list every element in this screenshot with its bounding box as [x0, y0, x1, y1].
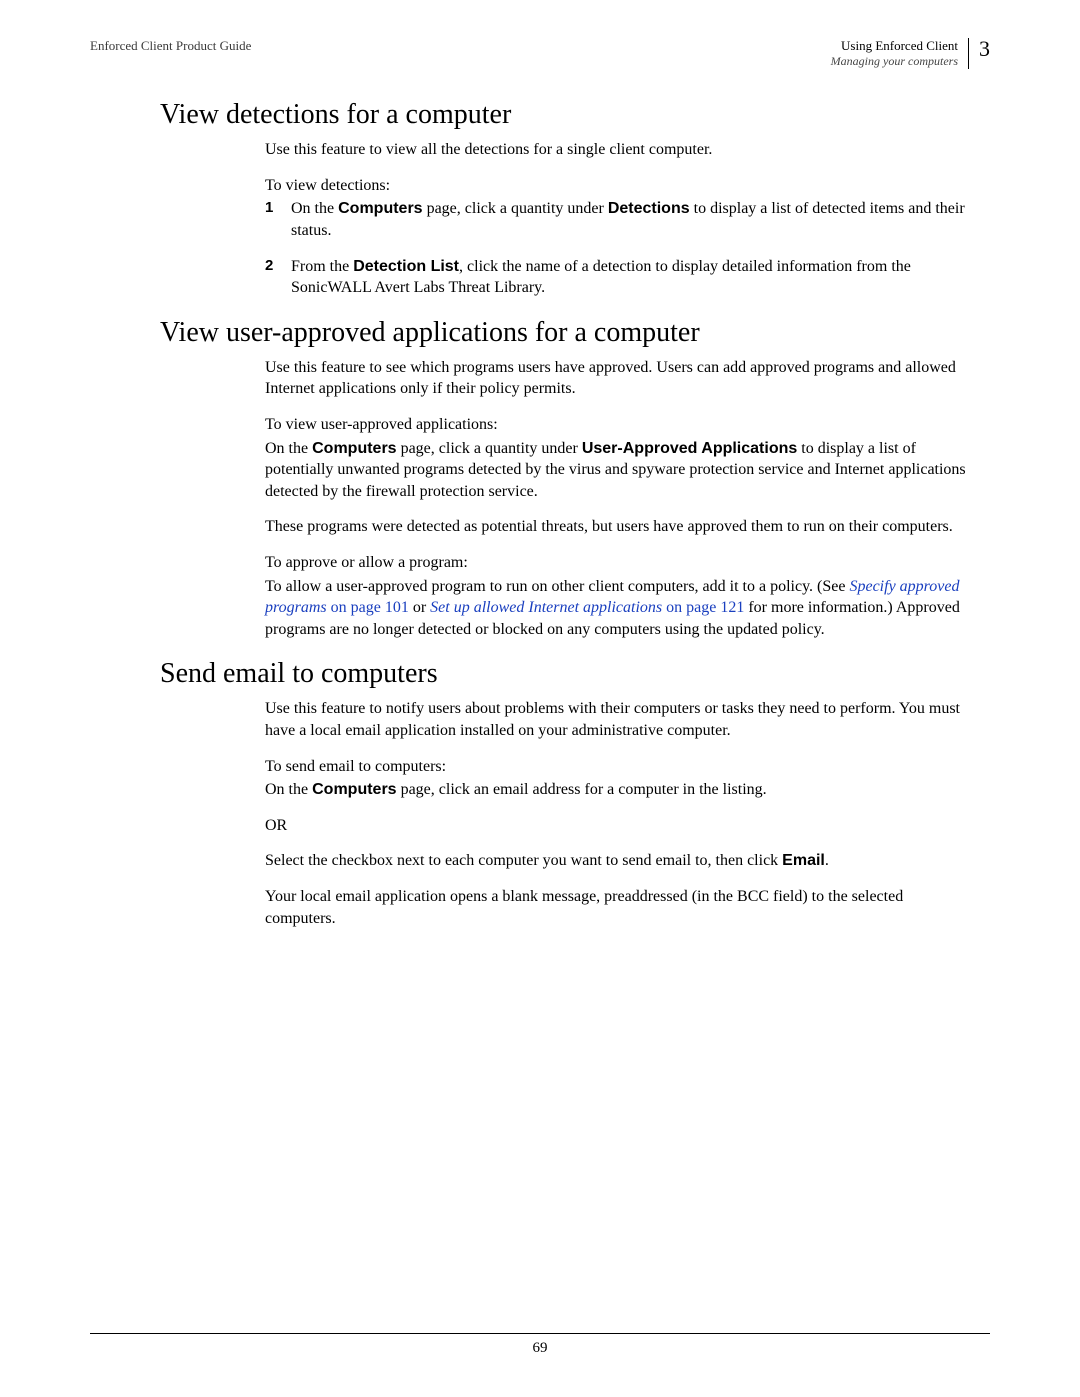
detections-step-1: On the Computers page, click a quantity …	[265, 198, 970, 241]
header-right: Using Enforced Client Managing your comp…	[831, 38, 990, 69]
text: On the	[265, 440, 312, 457]
email-instruction-2: Select the checkbox next to each compute…	[265, 850, 970, 872]
page-footer: 69	[90, 1333, 990, 1357]
email-result: Your local email application opens a bla…	[265, 886, 970, 929]
detections-howto-label: To view detections:	[265, 175, 970, 197]
text: Select the checkbox next to each compute…	[265, 852, 782, 869]
section-body-detections: Use this feature to view all the detecti…	[265, 139, 970, 299]
ui-term-user-approved-applications: User-Approved Applications	[582, 440, 797, 457]
text: page, click an email address for a compu…	[397, 781, 767, 798]
header-section-title: Managing your computers	[831, 54, 958, 69]
step-text: On the	[291, 200, 338, 217]
approved-howto2-label: To approve or allow a program:	[265, 552, 970, 574]
ui-term-computers: Computers	[312, 781, 396, 798]
link-suffix: on page 101	[327, 599, 409, 616]
header-right-text: Using Enforced Client Managing your comp…	[831, 38, 969, 69]
document-page: Enforced Client Product Guide Using Enfo…	[0, 0, 1080, 1397]
ui-term-computers: Computers	[338, 200, 422, 217]
approved-note: These programs were detected as potentia…	[265, 516, 970, 538]
section-heading-email: Send email to computers	[160, 658, 990, 690]
email-instruction-1: On the Computers page, click an email ad…	[265, 779, 970, 801]
email-howto-label: To send email to computers:	[265, 756, 970, 778]
text: To allow a user-approved program to run …	[265, 578, 849, 595]
xref-setup-allowed-internet-applications[interactable]: Set up allowed Internet applications on …	[430, 599, 744, 616]
link-suffix: on page 121	[662, 599, 744, 616]
ui-term-email: Email	[782, 852, 825, 869]
chapter-number: 3	[969, 38, 990, 60]
detections-steps: On the Computers page, click a quantity …	[265, 198, 970, 298]
ui-term-computers: Computers	[312, 440, 396, 457]
approved-instruction-1: On the Computers page, click a quantity …	[265, 438, 970, 503]
page-number: 69	[533, 1340, 548, 1356]
step-text: From the	[291, 258, 353, 275]
link-text: Set up allowed Internet applications	[430, 599, 662, 616]
step-text: page, click a quantity under	[423, 200, 608, 217]
detections-intro: Use this feature to view all the detecti…	[265, 139, 970, 161]
header-chapter-title: Using Enforced Client	[831, 38, 958, 54]
text: or	[409, 599, 430, 616]
detections-step-2: From the Detection List, click the name …	[265, 256, 970, 299]
approved-howto-label: To view user-approved applications:	[265, 414, 970, 436]
ui-term-detections: Detections	[608, 200, 690, 217]
section-body-email: Use this feature to notify users about p…	[265, 698, 970, 929]
text: page, click a quantity under	[397, 440, 582, 457]
running-head: Enforced Client Product Guide Using Enfo…	[90, 38, 990, 69]
section-heading-approved: View user-approved applications for a co…	[160, 317, 990, 349]
doc-title: Enforced Client Product Guide	[90, 38, 251, 54]
section-heading-detections: View detections for a computer	[160, 99, 990, 131]
ui-term-detection-list: Detection List	[353, 258, 459, 275]
approved-intro: Use this feature to see which programs u…	[265, 357, 970, 400]
section-body-approved: Use this feature to see which programs u…	[265, 357, 970, 641]
email-or-separator: OR	[265, 815, 970, 837]
text: .	[825, 852, 829, 869]
text: On the	[265, 781, 312, 798]
email-intro: Use this feature to notify users about p…	[265, 698, 970, 741]
page-content: View detections for a computer Use this …	[90, 99, 990, 929]
approved-instruction-2: To allow a user-approved program to run …	[265, 576, 970, 641]
